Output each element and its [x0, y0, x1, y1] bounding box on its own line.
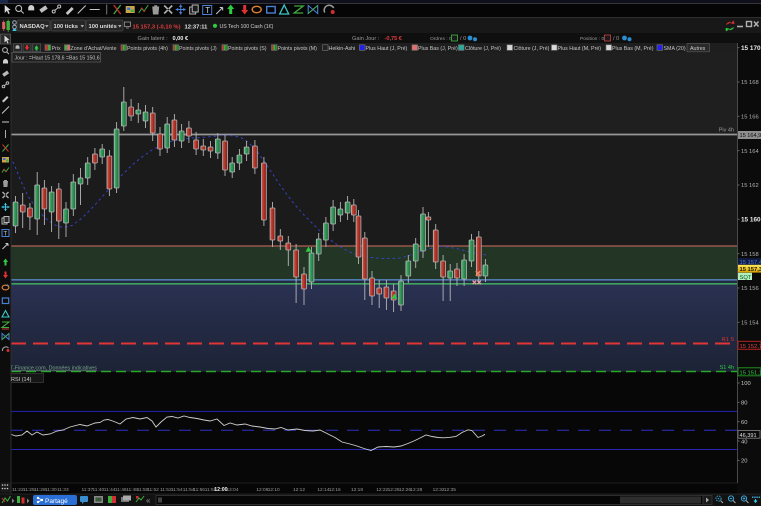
svg-text:Piv 4h: Piv 4h	[719, 128, 734, 134]
svg-text:«: «	[146, 496, 151, 505]
svg-text:Plus Bas (J, Pré): Plus Bas (J, Pré)	[418, 46, 458, 52]
svg-text:NASDAQ: NASDAQ	[20, 24, 46, 30]
svg-text:0,00 €: 0,00 €	[173, 36, 189, 42]
svg-text:S1 4h: S1 4h	[720, 365, 734, 371]
svg-text:15 168: 15 168	[741, 80, 759, 86]
svg-text:Clôture (J, Pré): Clôture (J, Pré)	[514, 46, 550, 52]
svg-text:12:18: 12:18	[351, 487, 363, 493]
svg-text:SMA (20): SMA (20)	[664, 46, 686, 52]
svg-text:Zone d'Achat/Vente: Zone d'Achat/Vente	[71, 46, 117, 52]
svg-text:T: T	[205, 6, 210, 15]
svg-text:20: 20	[741, 459, 747, 465]
svg-text:12:35: 12:35	[444, 487, 456, 493]
svg-text:15 164,9: 15 164,9	[740, 133, 761, 139]
svg-text:Jour : =Haut 15 178,6 =Bas 15: Jour : =Haut 15 178,6 =Bas 15 150,6	[15, 56, 100, 62]
svg-text:15 157,3 (-0,10 %): 15 157,3 (-0,10 %)	[133, 24, 181, 30]
svg-text:Plus Haut (M, Pré): Plus Haut (M, Pré)	[558, 46, 602, 52]
svg-text:Heikin-Ashi: Heikin-Ashi	[329, 46, 356, 52]
svg-text:Prix: Prix	[52, 46, 61, 52]
svg-text:60: 60	[741, 420, 747, 426]
svg-text:12:12: 12:12	[293, 487, 305, 493]
svg-text:12:04: 12:04	[227, 487, 239, 493]
svg-text:Partagé: Partagé	[45, 498, 68, 505]
svg-text:11:30: 11:30	[45, 487, 57, 493]
svg-text:Autres: Autres	[690, 46, 706, 52]
svg-text:RSI (14): RSI (14)	[11, 377, 32, 383]
svg-text:R1 S: R1 S	[722, 337, 735, 343]
svg-text:100: 100	[741, 381, 751, 387]
svg-text:100 ticks: 100 ticks	[54, 24, 79, 30]
svg-text:15 157,3: 15 157,3	[740, 267, 761, 273]
svg-text:11:46: 11:46	[115, 487, 127, 493]
svg-text:11:56: 11:56	[193, 487, 205, 493]
svg-text:12:37:11: 12:37:11	[185, 24, 209, 30]
svg-text:12:28: 12:28	[410, 487, 422, 493]
svg-text:Position : 0: Position : 0	[580, 36, 604, 42]
svg-text:80: 80	[741, 401, 747, 407]
svg-text:12:16: 12:16	[329, 487, 341, 493]
svg-text:Points pivots (S): Points pivots (S)	[228, 46, 267, 52]
svg-text:15 160: 15 160	[741, 217, 761, 224]
svg-text:40: 40	[741, 439, 747, 445]
svg-text:Clôture (J, Pré): Clôture (J, Pré)	[465, 46, 501, 52]
svg-text:/ 0: / 0	[460, 36, 466, 42]
svg-text:11:54: 11:54	[171, 487, 183, 493]
svg-text:15 156: 15 156	[741, 286, 759, 292]
svg-text:Gain Jour :: Gain Jour :	[352, 36, 380, 42]
svg-text:15 152,7: 15 152,7	[740, 344, 761, 350]
svg-text:15 158: 15 158	[741, 252, 759, 258]
svg-text:Points pivots (4h): Points pivots (4h)	[127, 46, 168, 52]
svg-text:100 unités: 100 unités	[89, 24, 117, 30]
svg-text:T: T	[4, 231, 8, 237]
svg-text:-0,75 €: -0,75 €	[385, 36, 403, 42]
svg-text:15 164: 15 164	[741, 149, 760, 155]
svg-text:15 154: 15 154	[741, 321, 760, 327]
svg-text:11:33: 11:33	[57, 487, 69, 493]
svg-text:SQT: SQT	[740, 275, 752, 281]
svg-text:11:40: 11:40	[93, 487, 105, 493]
svg-text:12:10: 12:10	[268, 487, 280, 493]
svg-text:US Tech 100 Cash (1€): US Tech 100 Cash (1€)	[220, 24, 274, 30]
svg-text:15 170: 15 170	[741, 45, 761, 52]
svg-text:15 162: 15 162	[741, 183, 759, 189]
svg-text:Ordres : 0: Ordres : 0	[430, 36, 452, 42]
svg-text:15 151,1: 15 151,1	[740, 370, 761, 376]
svg-text:Points pivots (J): Points pivots (J)	[179, 46, 217, 52]
svg-text:Points pivots (M): Points pivots (M)	[278, 46, 318, 52]
svg-text:Plus Haut (J, Pré): Plus Haut (J, Pré)	[366, 46, 408, 52]
svg-text:Plus Bas (M, Pré): Plus Bas (M, Pré)	[612, 46, 654, 52]
svg-text:46,391: 46,391	[740, 433, 757, 439]
svg-text:/ 0: / 0	[613, 36, 619, 42]
svg-text:15 166: 15 166	[741, 115, 759, 121]
svg-text:© IT-Finance.com, Données indi: © IT-Finance.com, Données indicatives	[3, 365, 97, 372]
svg-text:Gain latent :: Gain latent :	[138, 36, 169, 42]
svg-text:11:52: 11:52	[147, 487, 159, 493]
